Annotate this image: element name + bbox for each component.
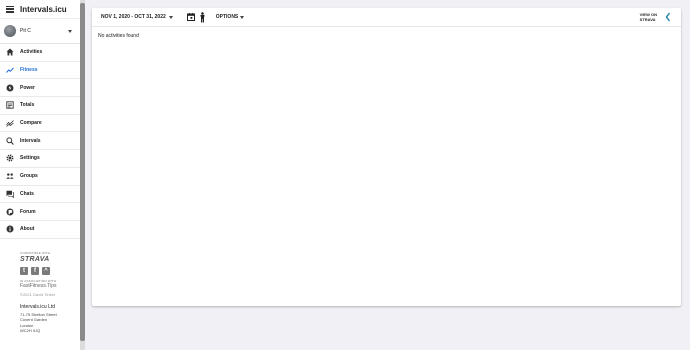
sidebar-item-label: Groups (20, 173, 38, 180)
forum-icon (6, 208, 14, 216)
search-icon (6, 137, 14, 145)
options-menu[interactable]: OPTIONS (216, 14, 245, 20)
user-name: Pit C (20, 28, 31, 34)
power-icon (6, 84, 14, 92)
chat-icon (6, 190, 14, 198)
scrollbar-thumb[interactable] (80, 3, 85, 341)
strava-icon[interactable]: ^ (42, 266, 50, 275)
athlete-figure-icon[interactable] (199, 11, 206, 23)
sidebar-item-label: Totals (20, 102, 35, 109)
sidebar-item-label: About (20, 226, 35, 233)
view-on-strava-line2: STRAVA (639, 17, 656, 22)
sidebar-item-compare[interactable]: Compare (0, 115, 80, 133)
fastfitness-logo[interactable]: FastFitness.Tips (20, 283, 80, 289)
sidebar-item-totals[interactable]: Totals (0, 97, 80, 115)
sidebar-item-settings[interactable]: Settings (0, 150, 80, 168)
totals-icon (6, 101, 14, 110)
company-address: 71-75 Shelton Street Covent Garden Londo… (20, 312, 80, 334)
sidebar-item-label: Intervals (20, 137, 41, 144)
strava-logo[interactable]: STRAVA (20, 256, 80, 263)
sidebar-item-forum[interactable]: Forum (0, 203, 80, 221)
sidebar: Intervals.icu Pit C Activities Fitness Pow… (0, 0, 81, 350)
sidebar-item-label: Activities (20, 49, 43, 56)
compare-icon (6, 119, 14, 127)
gear-icon (6, 154, 14, 162)
chevron-down-icon (68, 29, 72, 33)
sidebar-item-intervals[interactable]: Intervals (0, 132, 80, 151)
sidebar-footer: COMPATIBLE WITH STRAVA t f ^ IN ASSOCIAT… (0, 239, 80, 334)
user-menu[interactable]: Pit C (0, 18, 80, 44)
calendar-icon[interactable] (186, 13, 195, 21)
copyright: ©2021 David Tinker (20, 291, 56, 297)
facebook-icon[interactable]: f (31, 266, 39, 275)
sidebar-scrollbar[interactable] (80, 0, 85, 350)
main-card: NOV 1, 2020 - OCT 31, 2022 OPTIONS VIEW … (92, 8, 681, 306)
company-name: Intervals.icu Ltd (20, 303, 56, 310)
sidebar-item-label: Fitness (20, 67, 38, 74)
sidebar-item-about[interactable]: About (0, 221, 80, 239)
date-range-label: NOV 1, 2020 - OCT 31, 2022 (101, 14, 166, 20)
sidebar-item-label: Power (20, 84, 36, 91)
app-title[interactable]: Intervals.icu (20, 5, 67, 14)
social-links: t f ^ (20, 266, 80, 275)
menu-icon[interactable] (6, 5, 14, 13)
info-icon (6, 225, 14, 233)
sidebar-item-fitness[interactable]: Fitness (0, 62, 80, 80)
empty-state-message: No activities found (98, 33, 139, 39)
sidebar-nav: Activities Fitness Power Totals Compare Inter… (0, 44, 80, 239)
date-range-selector[interactable]: NOV 1, 2020 - OCT 31, 2022 (101, 14, 173, 20)
twitter-icon[interactable]: t (20, 266, 28, 275)
sidebar-header: Intervals.icu (0, 0, 80, 18)
sidebar-item-label: Forum (20, 208, 36, 215)
sidebar-item-power[interactable]: Power (0, 79, 80, 98)
sidebar-item-label: Settings (20, 155, 40, 162)
options-label: OPTIONS (215, 14, 239, 20)
chevron-left-icon[interactable] (665, 12, 671, 22)
card-toolbar: NOV 1, 2020 - OCT 31, 2022 OPTIONS VIEW … (92, 8, 681, 27)
address-line: WC2H 9JQ (20, 328, 41, 334)
sidebar-item-label: Chats (20, 190, 34, 197)
compatible-with-label: COMPATIBLE WITH (20, 250, 51, 255)
sidebar-item-groups[interactable]: Groups (0, 168, 80, 186)
view-on-strava-link[interactable]: VIEW ON STRAVA (640, 12, 657, 22)
home-icon (6, 48, 14, 56)
trend-icon (6, 66, 14, 74)
sidebar-item-activities[interactable]: Activities (0, 44, 80, 62)
sidebar-item-chats[interactable]: Chats (0, 186, 80, 204)
sidebar-item-label: Compare (20, 120, 42, 127)
avatar (4, 25, 16, 37)
chevron-down-icon (240, 15, 245, 19)
groups-icon (6, 172, 14, 180)
chevron-down-icon (168, 15, 173, 19)
